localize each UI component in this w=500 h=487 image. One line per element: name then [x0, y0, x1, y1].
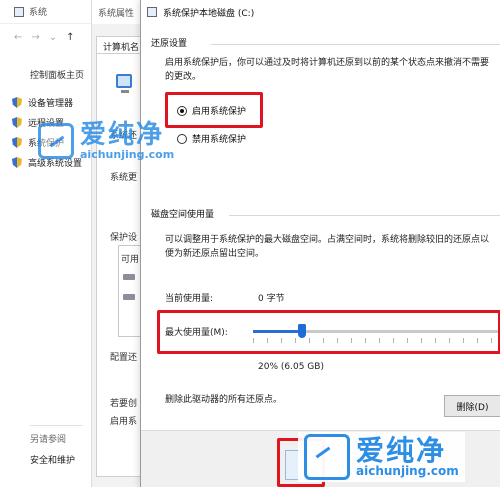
see-also-heading: 另请参阅	[30, 435, 67, 445]
delete-description: 删除此驱动器的所有还原点。	[165, 395, 283, 405]
radio-button[interactable]	[177, 133, 187, 144]
slider-ticks	[253, 338, 500, 343]
control-panel-home-link[interactable]: 控制面板主页	[30, 68, 84, 81]
radio-button-selected[interactable]	[177, 105, 187, 116]
divider	[30, 425, 83, 426]
sidebar-item-label: 设备管理器	[28, 99, 74, 109]
watermark-logo-icon	[38, 123, 74, 160]
drive-icon	[123, 294, 135, 300]
option-label: 禁用系统保护	[192, 135, 247, 145]
drive-icon	[123, 274, 135, 280]
delete-button[interactable]: 删除(D)	[444, 395, 500, 417]
properties-text: 若要创	[110, 399, 138, 409]
up-arrow-icon[interactable]: ↑	[66, 32, 74, 43]
current-usage-value: 0 字节	[258, 294, 285, 304]
drive-list-header: 可用	[121, 255, 140, 265]
dialog-titlebar: 系统保护本地磁盘 (C:)	[141, 0, 500, 24]
shield-icon	[12, 97, 22, 108]
enable-protection-option[interactable]: 启用系统保护	[177, 104, 246, 117]
shield-icon	[12, 117, 22, 128]
system-protection-dialog: 系统保护本地磁盘 (C:) 还原设置 启用系统保护后，你可以通过及时将计算机还原…	[140, 0, 500, 487]
slider-thumb[interactable]	[298, 324, 307, 338]
security-maintenance-link[interactable]: 安全和维护	[30, 453, 75, 466]
dialog-title: 系统保护本地磁盘 (C:)	[163, 8, 255, 19]
properties-text: 配置还	[110, 353, 138, 363]
system-window-title: 系统	[29, 8, 48, 18]
back-arrow-icon[interactable]: ←	[14, 32, 22, 43]
forward-arrow-icon[interactable]: →	[31, 32, 39, 43]
shield-icon	[12, 137, 22, 148]
properties-text: 系统更	[110, 173, 138, 183]
shield-icon	[12, 157, 22, 168]
current-usage-label: 当前使用量:	[165, 294, 214, 304]
computer-icon	[116, 74, 132, 93]
slider-fill	[253, 330, 303, 333]
system-window: 系统 ← → ⌄ ↑ 控制面板主页 设备管理器 远程设置 系统保护 高级系统设置…	[0, 0, 92, 487]
section-divider	[211, 44, 500, 45]
watermark: 爱纯净 aichunjing.com	[298, 432, 465, 482]
dropdown-chevron-icon[interactable]: ⌄	[49, 32, 57, 43]
sidebar-item-device-manager[interactable]: 设备管理器	[12, 96, 73, 109]
option-label: 启用系统保护	[192, 107, 247, 117]
system-properties-title: 系统属性	[98, 8, 135, 19]
section-divider	[229, 215, 500, 216]
max-usage-value: 20% (6.05 GB)	[258, 362, 324, 372]
system-window-titlebar: 系统	[0, 0, 91, 24]
watermark-logo-icon	[304, 434, 350, 480]
watermark-brand: 爱纯净	[80, 120, 165, 150]
properties-text: 启用系	[110, 417, 138, 427]
disable-protection-option[interactable]: 禁用系统保护	[177, 132, 246, 145]
disk-usage-description: 可以调整用于系统保护的最大磁盘空间。占满空间时，系统将删除较旧的还原点以便为新还…	[165, 235, 490, 259]
restore-description: 启用系统保护后，你可以通过及时将计算机还原到以前的某个状态点来撤消不需要的更改。	[165, 58, 490, 82]
system-window-navbar: ← → ⌄ ↑	[0, 24, 91, 50]
watermark-brand: 爱纯净	[356, 434, 447, 467]
watermark-url: aichunjing.com	[80, 148, 175, 162]
watermark: 爱纯净 aichunjing.com	[38, 120, 175, 162]
dialog-icon	[147, 7, 157, 17]
system-window-icon	[14, 6, 24, 17]
properties-text: 保护设	[110, 233, 138, 243]
disk-usage-heading: 磁盘空间使用量	[151, 210, 215, 220]
watermark-url: aichunjing.com	[356, 464, 459, 479]
restore-settings-heading: 还原设置	[151, 39, 188, 49]
max-usage-slider[interactable]	[253, 324, 500, 338]
max-usage-label: 最大使用量(M):	[165, 328, 228, 338]
